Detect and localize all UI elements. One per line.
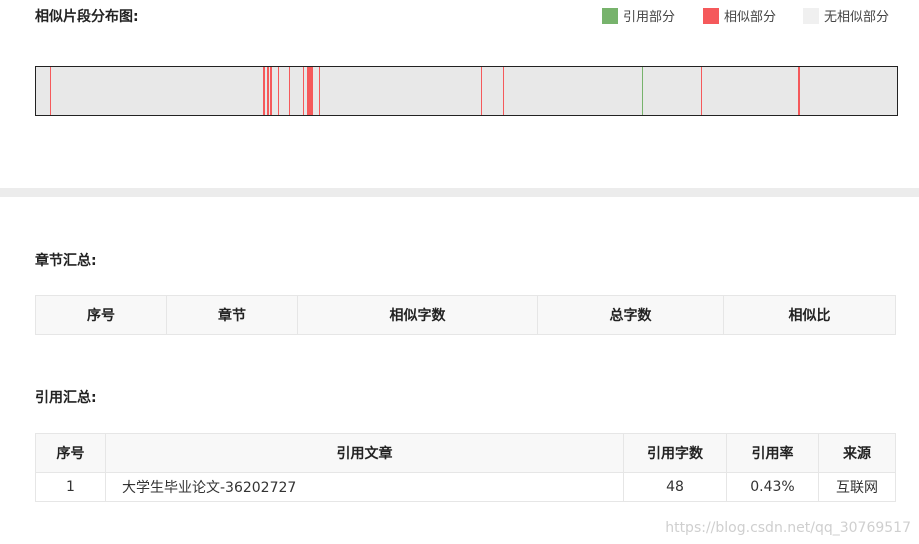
watermark: https://blog.csdn.net/qq_30769517	[665, 520, 911, 536]
table-row: 1 大学生毕业论文-36202727 48 0.43% 互联网	[35, 472, 896, 502]
citation-summary-table: 序号 引用文章 引用字数 引用率 来源 1 大学生毕业论文-36202727 4…	[35, 433, 896, 502]
legend-similar: 相似部分	[703, 6, 776, 25]
similar-segment	[319, 67, 320, 115]
citation-summary-title: 引用汇总:	[35, 390, 97, 406]
citation-header-source: 来源	[818, 433, 896, 473]
citation-header-chars: 引用字数	[623, 433, 727, 473]
similar-segment	[701, 67, 702, 115]
citation-header-rate: 引用率	[726, 433, 819, 473]
citation-chars: 48	[623, 472, 727, 502]
similar-segment	[50, 67, 51, 115]
similar-segment	[503, 67, 504, 115]
similar-segment	[278, 67, 279, 115]
similar-segment	[289, 67, 290, 115]
legend-quote-swatch	[602, 7, 618, 24]
distribution-title: 相似片段分布图:	[35, 9, 139, 25]
chapter-summary-table: 序号 章节 相似字数 总字数 相似比	[35, 295, 896, 335]
chapter-header-total-chars: 总字数	[537, 295, 724, 335]
legend-none-swatch	[803, 7, 819, 24]
similar-segment	[303, 67, 304, 115]
citation-header-index: 序号	[35, 433, 106, 473]
similar-segment	[481, 67, 482, 115]
chapter-header-similarity-ratio: 相似比	[723, 295, 896, 335]
legend-quote-label: 引用部分	[623, 10, 676, 25]
legend-similar-swatch	[703, 7, 719, 24]
similar-segment	[267, 67, 269, 115]
citation-article-link[interactable]: 大学生毕业论文-36202727	[105, 472, 624, 502]
legend-similar-label: 相似部分	[724, 10, 777, 25]
distribution-bar	[35, 66, 898, 116]
section-divider	[0, 188, 919, 197]
quote-segment	[642, 67, 643, 115]
similar-segment	[270, 67, 272, 115]
similar-segment	[307, 67, 313, 115]
chapter-header-similar-chars: 相似字数	[297, 295, 538, 335]
citation-header-article: 引用文章	[105, 433, 624, 473]
citation-rate: 0.43%	[726, 472, 819, 502]
citation-index: 1	[35, 472, 106, 502]
citation-source: 互联网	[818, 472, 896, 502]
similar-segment	[263, 67, 265, 115]
legend-none-label: 无相似部分	[824, 10, 890, 25]
legend-none: 无相似部分	[803, 6, 889, 25]
chapter-header-chapter: 章节	[166, 295, 298, 335]
legend-quote: 引用部分	[602, 6, 675, 25]
chapter-summary-title: 章节汇总:	[35, 253, 97, 269]
chapter-header-index: 序号	[35, 295, 167, 335]
similar-segment	[798, 67, 800, 115]
